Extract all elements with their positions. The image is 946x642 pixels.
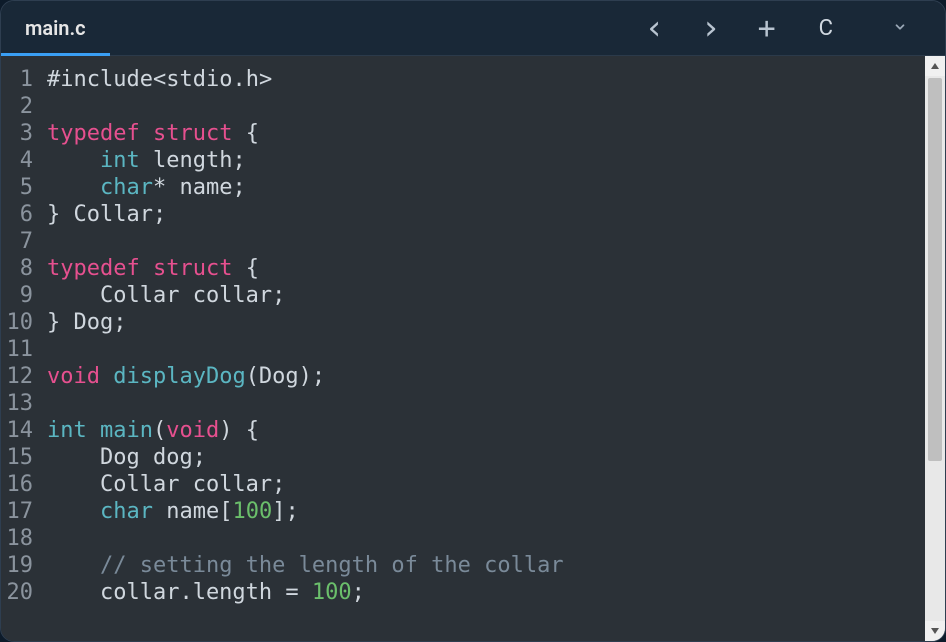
tabbar-spacer	[110, 1, 641, 55]
code-line[interactable]: int main(void) {	[47, 417, 925, 444]
code-line[interactable]: } Collar;	[47, 201, 925, 228]
line-number: 2	[1, 93, 41, 120]
language-select[interactable]: C	[809, 10, 921, 47]
scroll-down-arrow-icon[interactable]	[925, 621, 945, 641]
new-tab-icon[interactable]: +	[753, 14, 781, 42]
scrollbar-vertical[interactable]	[925, 56, 945, 641]
code-line[interactable]: } Dog;	[47, 309, 925, 336]
line-number: 3	[1, 120, 41, 147]
scroll-track[interactable]	[925, 76, 945, 621]
code-line[interactable]: typedef struct {	[47, 120, 925, 147]
line-number: 14	[1, 417, 41, 444]
tab-filename: main.c	[25, 16, 86, 40]
chevron-down-icon	[893, 19, 907, 38]
code-line[interactable]: int length;	[47, 147, 925, 174]
code-line[interactable]: char name[100];	[47, 498, 925, 525]
scroll-up-arrow-icon[interactable]	[925, 56, 945, 76]
line-number: 7	[1, 228, 41, 255]
code-line[interactable]: #include<stdio.h>	[47, 66, 925, 93]
tab-main-c[interactable]: main.c	[1, 1, 110, 55]
code-line[interactable]: Collar collar;	[47, 282, 925, 309]
line-number: 19	[1, 552, 41, 579]
language-label: C	[819, 16, 833, 41]
code-line[interactable]	[47, 525, 925, 552]
line-number: 1	[1, 66, 41, 93]
code-line[interactable]	[47, 390, 925, 417]
line-number: 10	[1, 309, 41, 336]
code-line[interactable]	[47, 228, 925, 255]
code-line[interactable]: char* name;	[47, 174, 925, 201]
line-number: 9	[1, 282, 41, 309]
nav-forward-icon[interactable]: ›	[697, 14, 725, 42]
tab-bar: main.c ‹ › + C	[1, 1, 945, 56]
line-number: 18	[1, 525, 41, 552]
editor-body: 1234567891011121314151617181920 #include…	[1, 56, 945, 641]
line-number: 20	[1, 579, 41, 606]
code-line[interactable]: Dog dog;	[47, 444, 925, 471]
code-line[interactable]	[47, 336, 925, 363]
line-number: 12	[1, 363, 41, 390]
line-number: 17	[1, 498, 41, 525]
line-number-gutter: 1234567891011121314151617181920	[1, 56, 41, 641]
code-line[interactable]: collar.length = 100;	[47, 579, 925, 606]
editor-frame: main.c ‹ › + C 1234567891011121314151617…	[0, 0, 946, 642]
line-number: 13	[1, 390, 41, 417]
line-number: 5	[1, 174, 41, 201]
code-line[interactable]: // setting the length of the collar	[47, 552, 925, 579]
line-number: 11	[1, 336, 41, 363]
nav-back-icon[interactable]: ‹	[641, 14, 669, 42]
scroll-thumb[interactable]	[928, 78, 942, 461]
tabbar-actions: ‹ › + C	[641, 1, 945, 55]
code-line[interactable]: void displayDog(Dog);	[47, 363, 925, 390]
code-area[interactable]: #include<stdio.h> typedef struct { int le…	[41, 56, 925, 641]
line-number: 16	[1, 471, 41, 498]
line-number: 6	[1, 201, 41, 228]
code-line[interactable]: Collar collar;	[47, 471, 925, 498]
line-number: 8	[1, 255, 41, 282]
code-line[interactable]: typedef struct {	[47, 255, 925, 282]
line-number: 15	[1, 444, 41, 471]
line-number: 4	[1, 147, 41, 174]
code-line[interactable]	[47, 93, 925, 120]
